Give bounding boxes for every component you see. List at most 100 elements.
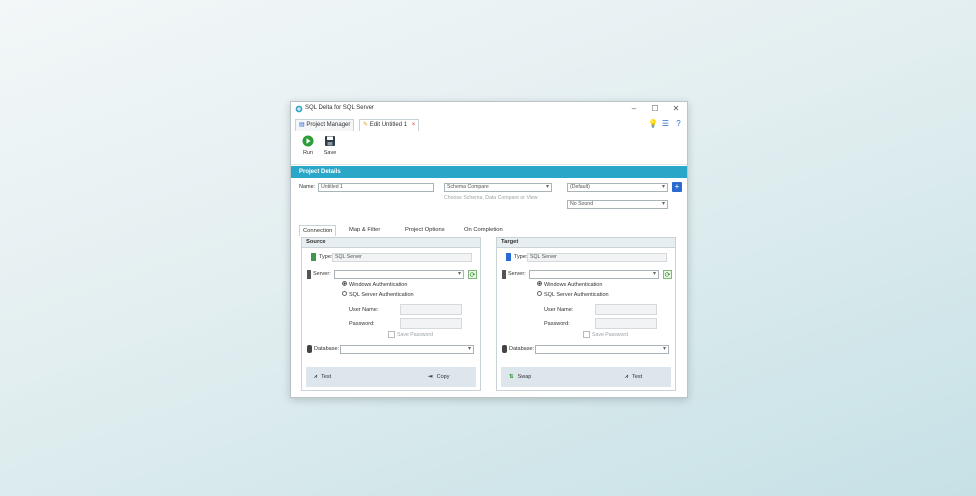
copy-icon: ⇥ <box>428 374 433 380</box>
save-label: Save <box>323 150 337 156</box>
copy-label: Copy <box>436 374 450 380</box>
source-panel: Source Type: SQL Server Server: ⟳ Window… <box>301 237 481 391</box>
radio-unselected-icon <box>537 291 542 297</box>
target-test-label: Test <box>632 374 643 380</box>
target-database-label: Database: <box>509 346 535 352</box>
name-input[interactable]: Untitled 1 <box>318 183 434 192</box>
app-logo-icon <box>295 105 303 113</box>
source-password-input[interactable] <box>400 318 462 329</box>
target-windows-auth-radio[interactable]: Windows Authentication <box>537 281 603 288</box>
target-save-password-label: Save Password <box>592 331 629 338</box>
title-bar: SQL Delta for SQL Server – ☐ ✕ <box>291 102 687 116</box>
checkbox-icon <box>583 331 590 338</box>
tab-connection[interactable]: Connection <box>299 225 337 236</box>
target-server-input[interactable] <box>529 270 659 279</box>
project-details-banner: Project Details <box>291 166 687 178</box>
run-button[interactable]: Run <box>297 135 319 161</box>
server-type-icon <box>311 253 316 261</box>
source-sql-auth-label: SQL Server Authentication <box>349 292 414 298</box>
target-database-select[interactable] <box>535 345 669 354</box>
run-label: Run <box>302 150 314 156</box>
default-select[interactable]: (Default) <box>567 183 668 192</box>
source-database-select[interactable] <box>340 345 474 354</box>
target-password-input[interactable] <box>595 318 657 329</box>
test-icon: ⩘ <box>625 374 629 380</box>
close-tab-icon[interactable]: × <box>412 122 416 128</box>
source-username-input[interactable] <box>400 304 462 315</box>
tab-edit-untitled[interactable]: ✎ Edit Untitled 1 × <box>359 119 420 131</box>
target-type-label: Type: <box>514 254 528 260</box>
tab-on-completion[interactable]: On Completion <box>464 225 503 235</box>
target-refresh-icon[interactable]: ⟳ <box>663 270 672 279</box>
tab-map-filter[interactable]: Map & Filter <box>349 225 380 235</box>
save-button[interactable]: Save <box>319 135 341 161</box>
server-icon <box>307 270 311 279</box>
radio-unselected-icon <box>342 291 347 297</box>
tab-edit-label: Edit Untitled 1 <box>369 122 408 128</box>
source-test-button[interactable]: ⩘ Test <box>314 371 331 383</box>
menu-icon[interactable]: ☰ <box>661 119 670 128</box>
source-windows-auth-radio[interactable]: Windows Authentication <box>342 281 408 288</box>
run-icon <box>302 135 314 147</box>
close-window-button[interactable]: ✕ <box>667 103 685 115</box>
add-button[interactable]: + <box>672 182 682 192</box>
maximize-button[interactable]: ☐ <box>646 103 664 115</box>
source-refresh-icon[interactable]: ⟳ <box>468 270 477 279</box>
target-save-password-checkbox[interactable]: Save Password <box>583 331 628 338</box>
compare-type-select[interactable]: Schema Compare <box>444 183 552 192</box>
source-type-select[interactable]: SQL Server <box>332 253 472 262</box>
server-type-icon <box>506 253 511 261</box>
sound-select[interactable]: No Sound <box>567 200 668 209</box>
source-windows-auth-label: Windows Authentication <box>349 282 408 288</box>
project-manager-icon: ▤ <box>299 122 305 128</box>
app-window: SQL Delta for SQL Server – ☐ ✕ ▤ Project… <box>290 101 688 398</box>
target-username-label: User Name: <box>544 307 574 313</box>
source-save-password-label: Save Password <box>397 331 434 338</box>
tab-project-manager[interactable]: ▤ Project Manager <box>295 119 355 131</box>
source-title: Source <box>302 238 480 248</box>
source-type-label: Type: <box>319 254 333 260</box>
source-sql-auth-radio[interactable]: SQL Server Authentication <box>342 291 414 298</box>
database-icon <box>307 345 312 353</box>
target-panel: Target Type: SQL Server Server: ⟳ Window… <box>496 237 676 391</box>
source-test-label: Test <box>321 374 332 380</box>
swap-icon: ⇅ <box>509 374 514 380</box>
minimize-button[interactable]: – <box>625 103 643 115</box>
radio-selected-icon <box>537 281 542 287</box>
compare-type-hint: Choose Schema, Data Compare or View <box>444 195 538 201</box>
server-icon <box>502 270 506 279</box>
window-title: SQL Delta for SQL Server <box>305 105 374 111</box>
database-icon <box>502 345 507 353</box>
source-server-input[interactable] <box>334 270 464 279</box>
tab-project-options[interactable]: Project Options <box>405 225 445 235</box>
project-tab-bar: ▤ Project Manager ✎ Edit Untitled 1 × 💡 … <box>291 117 687 131</box>
source-save-password-checkbox[interactable]: Save Password <box>388 331 433 338</box>
source-username-label: User Name: <box>349 307 379 313</box>
target-server-label: Server: <box>508 271 526 277</box>
swap-label: Swap <box>517 374 532 380</box>
source-database-label: Database: <box>314 346 340 352</box>
tab-project-manager-label: Project Manager <box>306 122 351 128</box>
target-sql-auth-radio[interactable]: SQL Server Authentication <box>537 291 609 298</box>
save-icon <box>325 136 335 146</box>
copy-button[interactable]: ⇥ Copy <box>428 371 449 383</box>
name-label: Name: <box>299 184 316 190</box>
target-test-button[interactable]: ⩘ Test <box>625 371 642 383</box>
source-footer: ⩘ Test ⇥ Copy <box>306 367 476 387</box>
swap-button[interactable]: ⇅ Swap <box>509 371 531 383</box>
target-footer: ⇅ Swap ⩘ Test <box>501 367 671 387</box>
target-sql-auth-label: SQL Server Authentication <box>544 292 609 298</box>
help-icon[interactable]: ? <box>674 119 683 128</box>
source-server-label: Server: <box>313 271 331 277</box>
radio-selected-icon <box>342 281 347 287</box>
target-title: Target <box>497 238 675 248</box>
edit-pencil-icon: ✎ <box>363 122 369 128</box>
target-windows-auth-label: Windows Authentication <box>544 282 603 288</box>
checkbox-icon <box>388 331 395 338</box>
target-password-label: Password: <box>544 321 570 327</box>
toolbar: Run Save <box>291 132 687 165</box>
target-type-select[interactable]: SQL Server <box>527 253 667 262</box>
test-icon: ⩘ <box>314 374 318 380</box>
lightbulb-icon[interactable]: 💡 <box>648 119 658 128</box>
target-username-input[interactable] <box>595 304 657 315</box>
